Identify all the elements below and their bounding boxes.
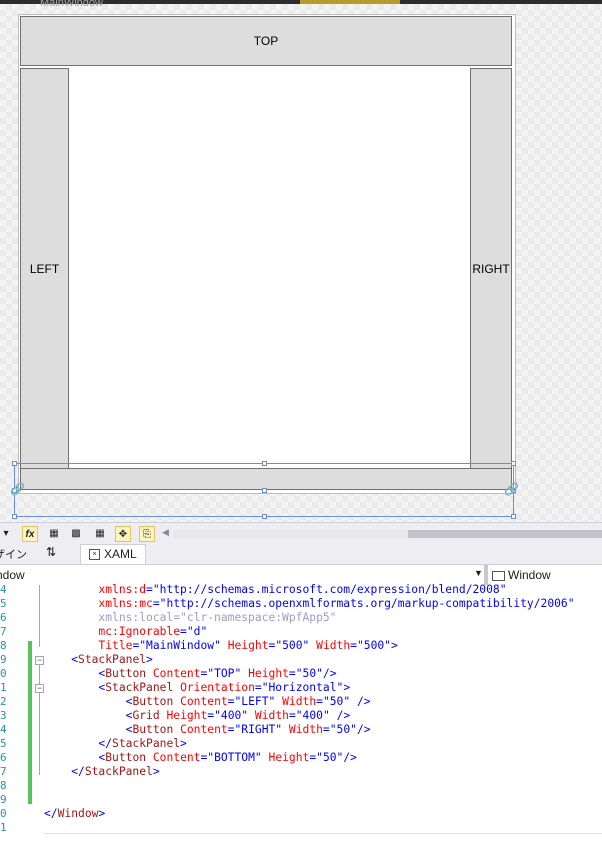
zoom-dropdown-arrow-icon[interactable]: ▾ xyxy=(0,526,14,542)
code-line[interactable]: </StackPanel> xyxy=(44,765,159,779)
change-tracking-bar xyxy=(28,641,32,804)
tab-xaml-label: XAML xyxy=(104,547,137,561)
navbar-splitter[interactable] xyxy=(484,565,488,585)
scroll-left-icon[interactable]: ◀ xyxy=(162,527,169,538)
scrollbar-thumb[interactable] xyxy=(408,530,602,538)
outline-line xyxy=(39,585,40,647)
resize-handle[interactable] xyxy=(12,514,17,519)
xaml-file-icon: × xyxy=(89,549,100,561)
resize-handle[interactable] xyxy=(511,461,516,466)
code-line[interactable]: <Button Content="TOP" Height="50"/> xyxy=(44,667,336,681)
window-element-icon xyxy=(492,570,505,581)
line-number: 0 xyxy=(0,667,7,680)
right-button[interactable]: RIGHT xyxy=(470,68,512,469)
resize-handle[interactable] xyxy=(262,461,267,466)
code-line[interactable]: <Button Content="RIGHT" Width="50"/> xyxy=(44,723,371,737)
margin-link-icon[interactable]: 🔗 xyxy=(10,482,25,496)
tab-xaml[interactable]: × XAML xyxy=(80,544,146,565)
left-button[interactable]: LEFT xyxy=(20,68,69,469)
grid-icon[interactable]: ▦ xyxy=(46,526,62,542)
code-line[interactable]: mc:Ignorable="d" xyxy=(44,625,207,639)
tab-design[interactable]: ザイン xyxy=(0,546,27,562)
line-number: 6 xyxy=(0,751,7,764)
code-line[interactable]: <StackPanel Orientation="Horizontal"> xyxy=(44,681,350,695)
line-number: 9 xyxy=(0,793,7,806)
line-number: 5 xyxy=(0,597,7,610)
code-line[interactable]: <Button Content="LEFT" Width="50" /> xyxy=(44,695,371,709)
code-line[interactable]: </StackPanel> xyxy=(44,737,186,751)
member-scope-dropdown[interactable]: Window xyxy=(492,568,551,582)
resize-handle[interactable] xyxy=(12,461,17,466)
swap-panes-icon[interactable]: ⇅ xyxy=(46,545,56,559)
view-tabs: ザイン ⇅ × XAML xyxy=(0,544,602,565)
xaml-code-editor[interactable]: − − 4 xmlns:d="http://schemas.microsoft.… xyxy=(0,583,602,848)
line-number: 5 xyxy=(0,737,7,750)
resize-handle[interactable] xyxy=(262,514,267,519)
code-line[interactable]: </Window> xyxy=(44,807,105,821)
outline-line xyxy=(39,665,40,775)
line-number: 9 xyxy=(0,653,7,666)
line-number: 7 xyxy=(0,765,7,778)
snap-grid-icon[interactable]: ▩ xyxy=(68,526,84,542)
code-line[interactable]: xmlns:local="clr-namespace:WpfApp5" xyxy=(44,611,336,625)
design-surface[interactable]: MainWindow TOP LEFT RIGHT 🔗 🔗 xyxy=(0,0,602,522)
line-number: 4 xyxy=(0,583,7,596)
line-number: 6 xyxy=(0,611,7,624)
project-code-icon[interactable]: ⎘ xyxy=(139,526,155,542)
window-title: MainWindow xyxy=(40,0,103,9)
fx-button[interactable]: fx xyxy=(22,526,38,542)
collapse-icon[interactable]: − xyxy=(35,656,44,665)
type-scope-dropdown[interactable]: ndow xyxy=(0,568,25,582)
code-line[interactable]: Title="MainWindow" Height="500" Width="5… xyxy=(44,639,397,653)
snap-lines-icon[interactable]: ✥ xyxy=(115,526,131,542)
code-line[interactable]: xmlns:mc="http://schemas.openxmlformats.… xyxy=(44,597,574,611)
line-number: 1 xyxy=(0,821,7,834)
member-scope-label: Window xyxy=(508,568,551,582)
code-line[interactable]: <Button Content="BOTTOM" Height="50"/> xyxy=(44,751,357,765)
collapse-icon[interactable]: − xyxy=(35,684,44,693)
line-number: 8 xyxy=(0,779,7,792)
line-number: 4 xyxy=(0,723,7,736)
line-number: 1 xyxy=(0,681,7,694)
line-number: 2 xyxy=(0,695,7,708)
code-line[interactable]: <StackPanel> xyxy=(44,653,153,667)
resize-handle[interactable] xyxy=(511,514,516,519)
end-marker xyxy=(44,819,602,834)
margin-link-icon[interactable]: 🔗 xyxy=(504,482,519,496)
top-button[interactable]: TOP xyxy=(20,16,512,66)
line-number: 7 xyxy=(0,625,7,638)
code-line[interactable]: <Grid Height="400" Width="400" /> xyxy=(44,709,351,723)
grid-area[interactable] xyxy=(69,66,470,470)
designer-toolbar: ▾ fx ▦ ▩ ▦ ✥ ⎘ ◀ xyxy=(0,522,602,545)
chevron-down-icon[interactable]: ▼ xyxy=(474,568,483,578)
line-number: 0 xyxy=(0,807,7,820)
main-window-preview[interactable]: TOP LEFT RIGHT xyxy=(18,14,516,494)
resize-handle[interactable] xyxy=(262,488,267,493)
checker-background-icon[interactable]: ▦ xyxy=(92,526,108,542)
horizontal-scrollbar[interactable] xyxy=(174,530,602,538)
line-number: 8 xyxy=(0,639,7,652)
code-line[interactable]: xmlns:d="http://schemas.microsoft.com/ex… xyxy=(44,583,506,597)
line-number: 3 xyxy=(0,709,7,722)
